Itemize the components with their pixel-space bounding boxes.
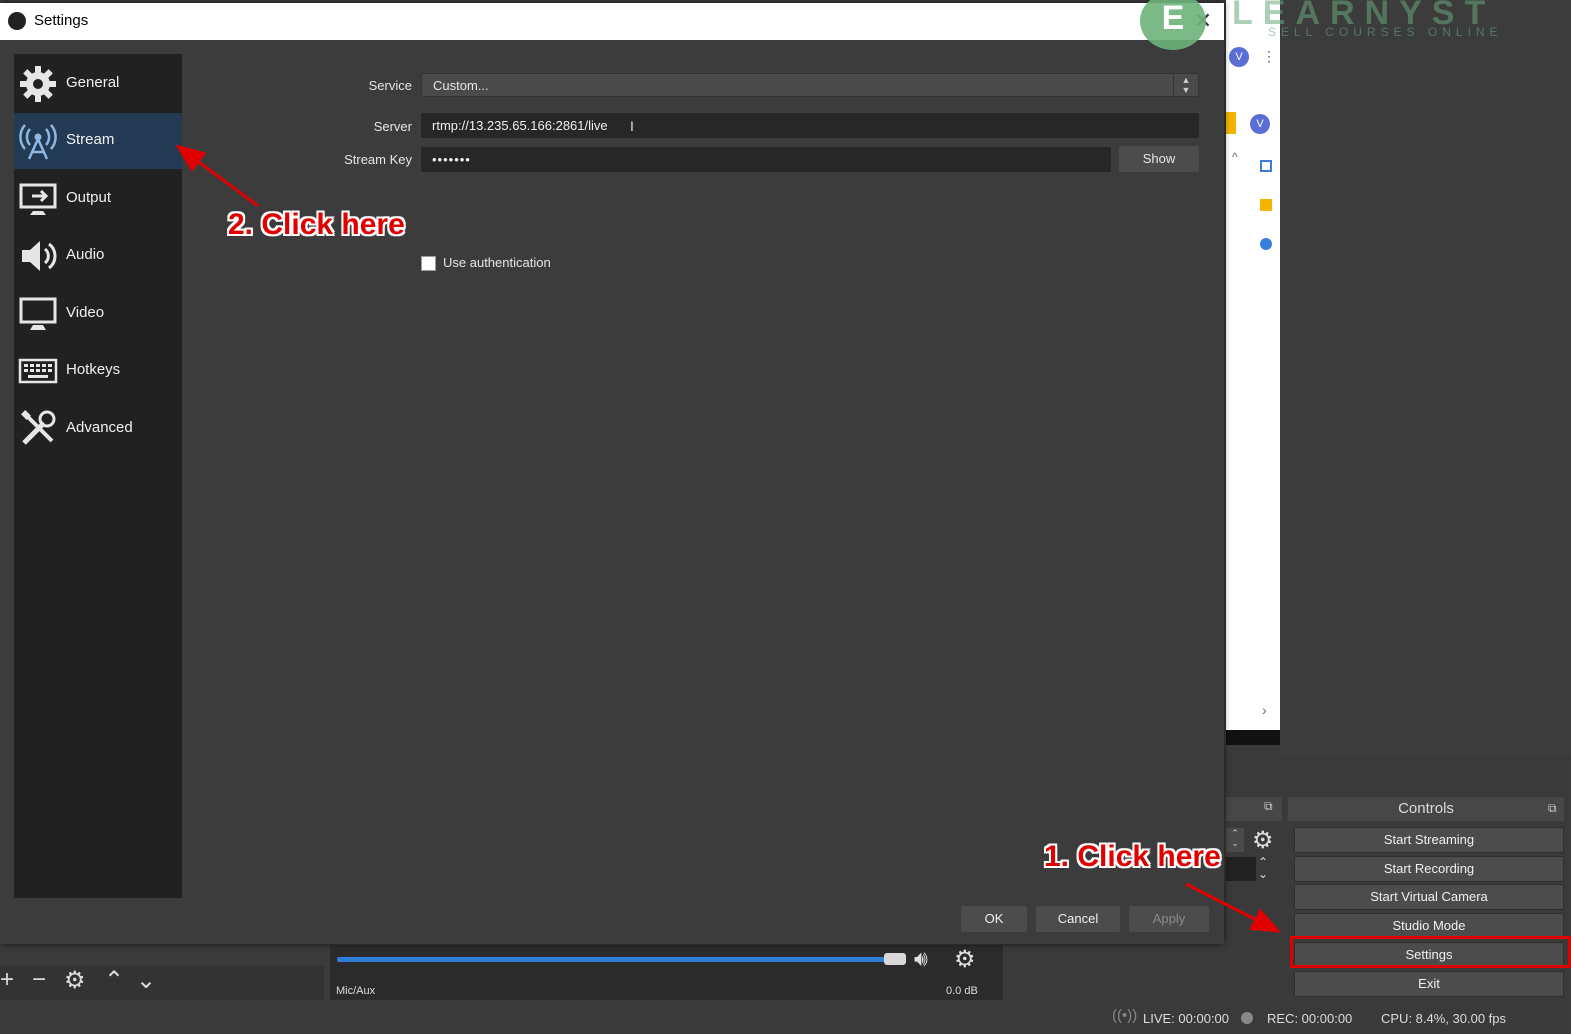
arrow-to-settings	[1185, 882, 1282, 933]
annotation-arrows	[175, 144, 1282, 933]
annotation-step-2: 2. Click here	[228, 208, 405, 241]
annotation-step-1: 1. Click here	[1044, 840, 1221, 873]
arrow-to-stream	[175, 144, 259, 208]
